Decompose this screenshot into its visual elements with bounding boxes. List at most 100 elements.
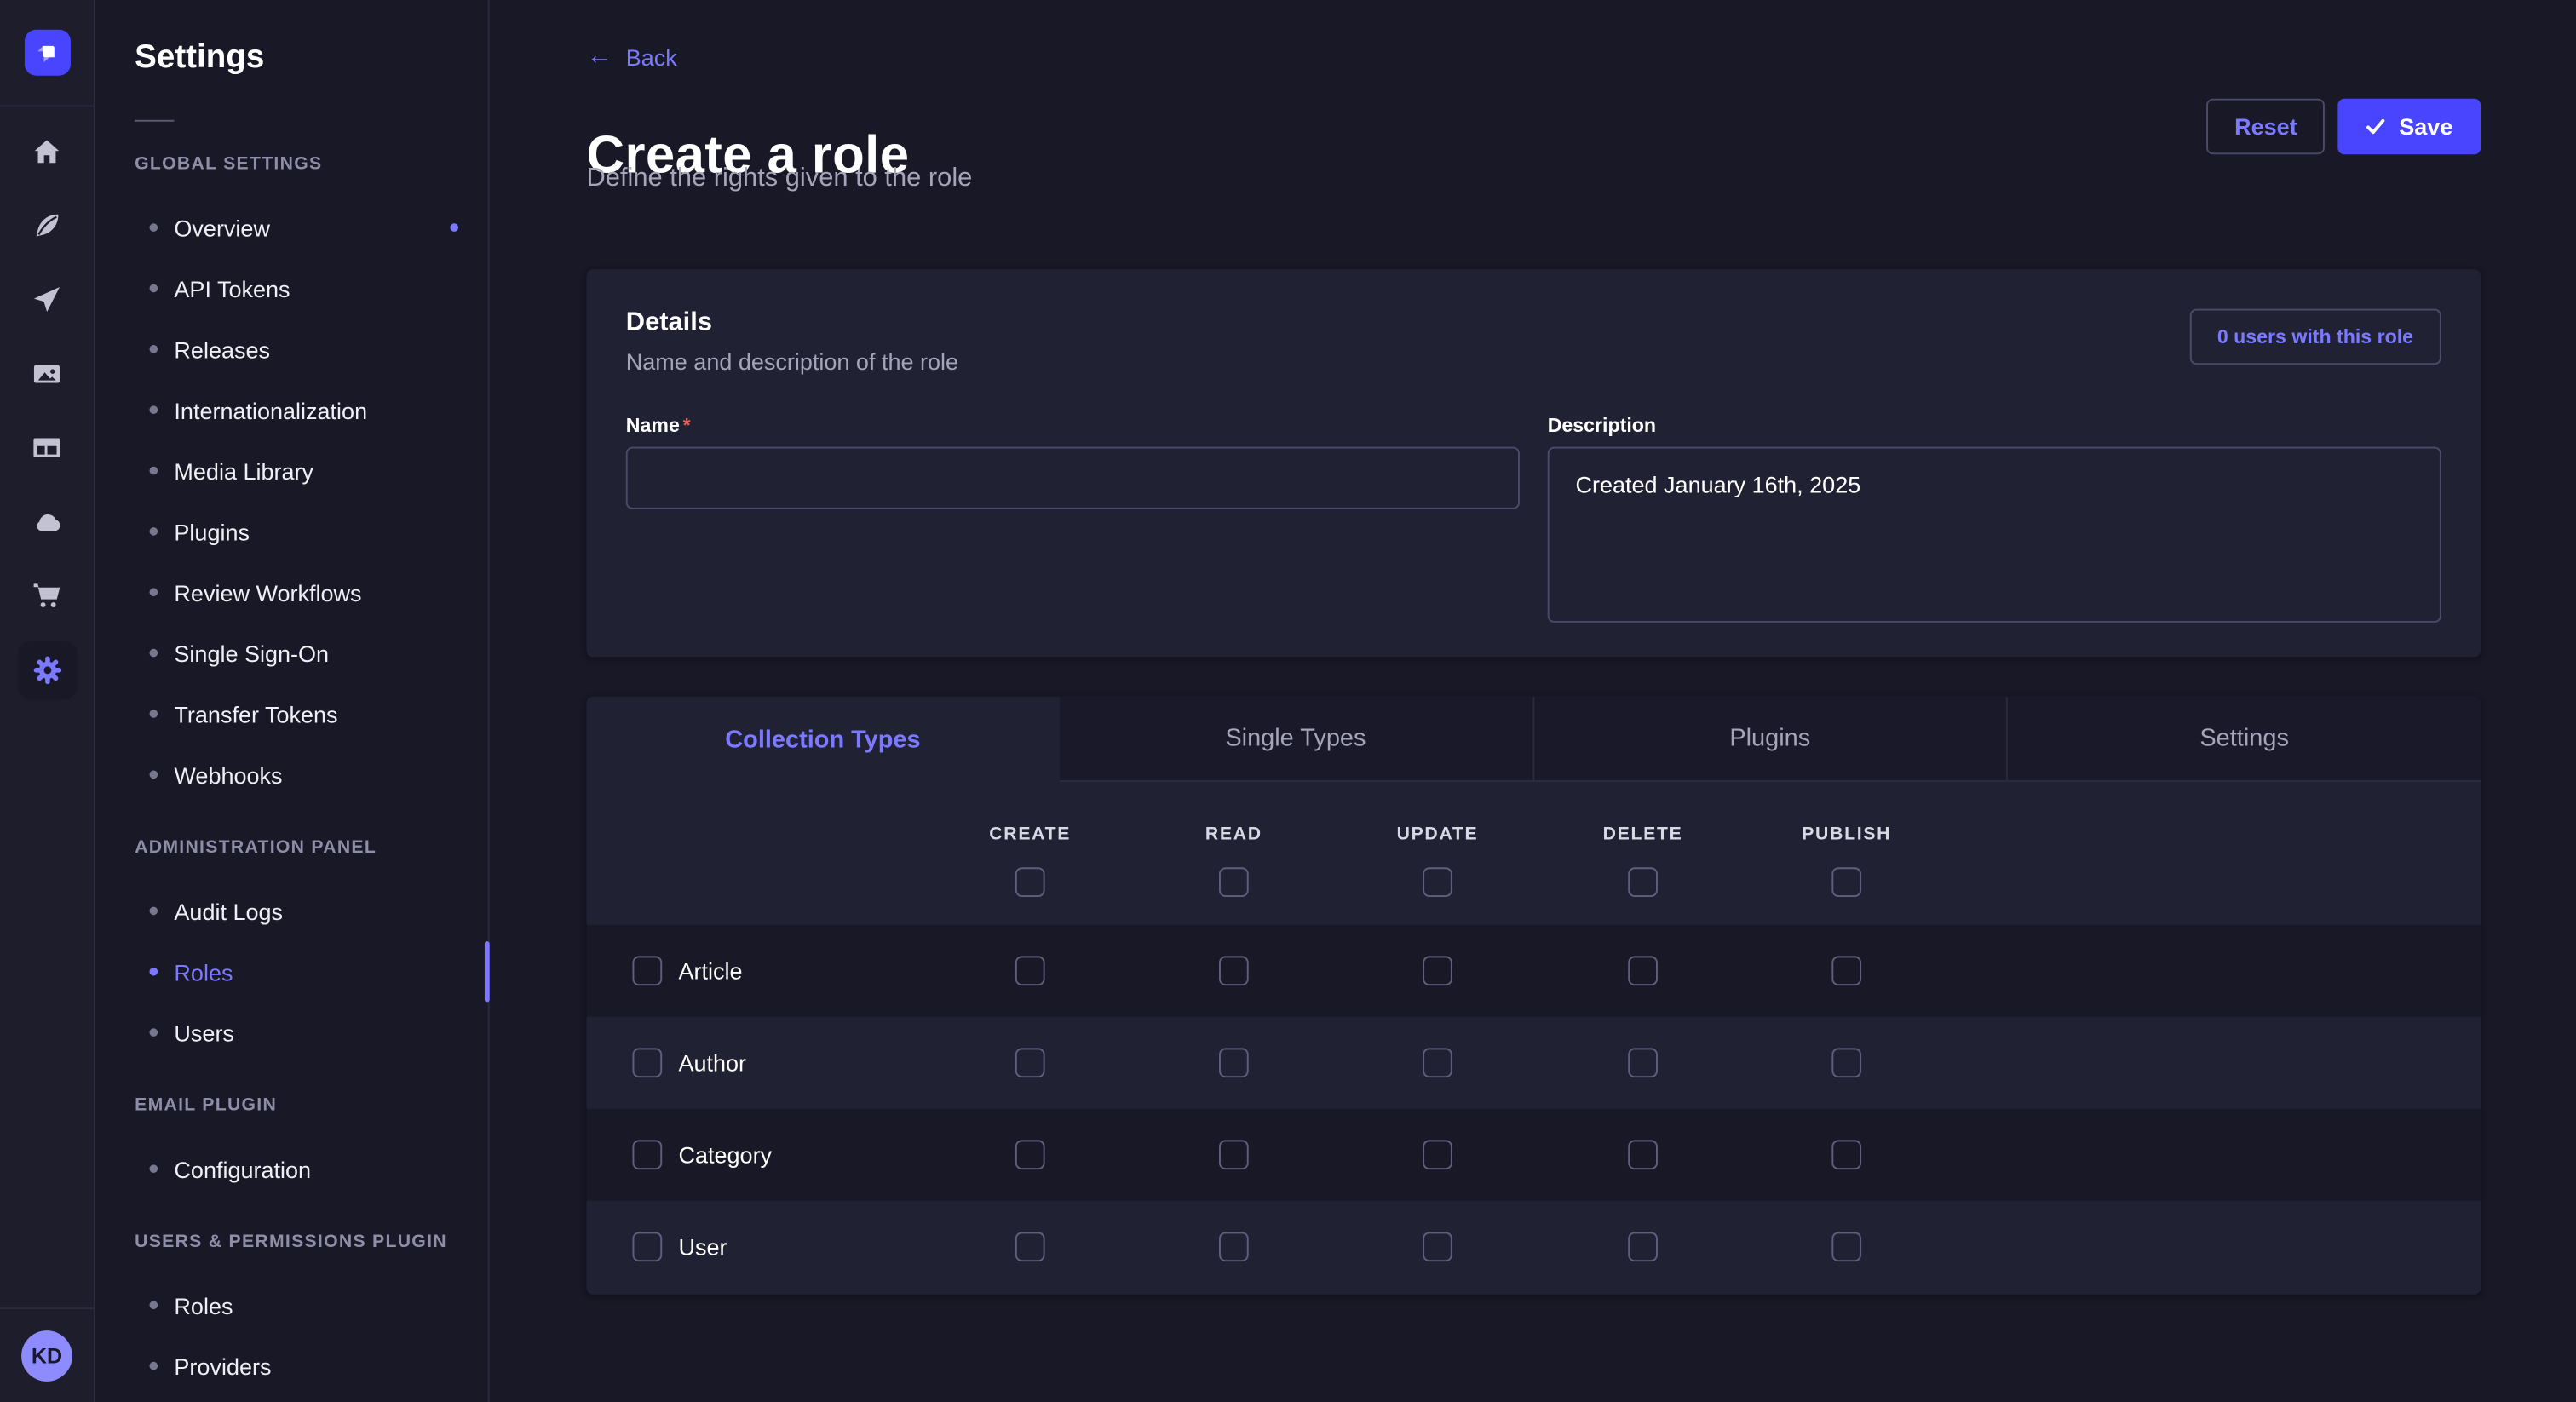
bullet-icon: [149, 405, 158, 414]
checkbox-category-update[interactable]: [1423, 1140, 1452, 1169]
marketplace-button[interactable]: [0, 559, 94, 633]
subnav-item-api-tokens[interactable]: API Tokens: [135, 258, 488, 319]
back-link[interactable]: ← Back: [586, 44, 676, 71]
logo-container: [0, 0, 94, 106]
subnav-item-internationalization[interactable]: Internationalization: [135, 379, 488, 440]
subnav-item-label: Transfer Tokens: [174, 701, 337, 727]
media-library-button[interactable]: [0, 336, 94, 411]
save-label: Save: [2399, 113, 2452, 140]
table-row-article: Article: [586, 925, 2481, 1017]
reset-button[interactable]: Reset: [2206, 99, 2325, 155]
checkbox-row-category[interactable]: [632, 1140, 662, 1169]
subnav-item-single-sign-on[interactable]: Single Sign-On: [135, 623, 488, 683]
subnav-item-providers[interactable]: Providers: [135, 1336, 488, 1396]
checkbox-article-publish[interactable]: [1831, 956, 1861, 985]
deploy-button[interactable]: [0, 263, 94, 337]
checkbox-author-publish[interactable]: [1831, 1048, 1861, 1077]
table-row-author: Author: [586, 1017, 2481, 1109]
subnav-item-configuration[interactable]: Configuration: [135, 1138, 488, 1198]
content-manager-button[interactable]: [0, 411, 94, 485]
description-textarea[interactable]: Created January 16th, 2025: [1548, 447, 2441, 623]
checkbox-row-article[interactable]: [632, 956, 662, 985]
subnav-item-plugins[interactable]: Plugins: [135, 501, 488, 561]
user-avatar[interactable]: KD: [21, 1330, 72, 1382]
subnav-item-transfer-tokens[interactable]: Transfer Tokens: [135, 683, 488, 744]
checkbox-author-create[interactable]: [1015, 1048, 1045, 1077]
subnav-item-media-library[interactable]: Media Library: [135, 440, 488, 501]
back-arrow-icon: ←: [586, 44, 612, 71]
checkbox-user-delete[interactable]: [1628, 1232, 1658, 1261]
checkbox-all-read[interactable]: [1219, 867, 1249, 897]
subnav-item-label: Configuration: [174, 1156, 311, 1182]
description-label-text: Description: [1548, 414, 1656, 437]
row-label: Author: [678, 1049, 746, 1076]
checkbox-category-create[interactable]: [1015, 1140, 1045, 1169]
strapi-logo-icon: [33, 38, 61, 66]
checkbox-author-read[interactable]: [1219, 1048, 1249, 1077]
subnav-item-label: Releases: [174, 336, 270, 362]
subnav-item-roles-up[interactable]: Roles: [135, 1275, 488, 1336]
home-button[interactable]: [0, 115, 94, 189]
tab-collection-types[interactable]: Collection Types: [586, 697, 1059, 782]
checkbox-article-read[interactable]: [1219, 956, 1249, 985]
subnav-title: Settings: [135, 39, 488, 77]
details-card-header: Details Name and description of the role…: [626, 309, 2441, 375]
gear-icon: [31, 653, 64, 687]
page-subtitle: Define the rights given to the role: [586, 164, 972, 194]
section-label-users-permissions-plugin: USERS & PERMISSIONS PLUGIN: [135, 1232, 488, 1251]
checkbox-article-create[interactable]: [1015, 956, 1045, 985]
administration-panel-list: Audit Logs Roles Users: [135, 881, 488, 1063]
checkbox-row-user[interactable]: [632, 1232, 662, 1261]
check-icon: [2366, 117, 2386, 136]
content-button[interactable]: [0, 189, 94, 263]
checkbox-article-delete[interactable]: [1628, 956, 1658, 985]
checkbox-category-publish[interactable]: [1831, 1140, 1861, 1169]
subnav-item-releases[interactable]: Releases: [135, 319, 488, 379]
subnav-item-label: Single Sign-On: [174, 640, 329, 666]
checkbox-user-update[interactable]: [1423, 1232, 1452, 1261]
checkbox-author-update[interactable]: [1423, 1048, 1452, 1077]
checkbox-article-update[interactable]: [1423, 956, 1452, 985]
subnav-item-audit-logs[interactable]: Audit Logs: [135, 881, 488, 941]
subnav-item-roles-admin[interactable]: Roles: [135, 941, 488, 1002]
cart-icon: [32, 580, 63, 612]
users-with-role-button[interactable]: 0 users with this role: [2189, 309, 2441, 365]
subnav-item-webhooks[interactable]: Webhooks: [135, 744, 488, 805]
details-card-titles: Details Name and description of the role: [626, 309, 958, 375]
save-button[interactable]: Save: [2338, 99, 2481, 155]
checkbox-row-author[interactable]: [632, 1048, 662, 1077]
checkbox-category-delete[interactable]: [1628, 1140, 1658, 1169]
subnav-item-review-workflows[interactable]: Review Workflows: [135, 562, 488, 623]
tab-plugins[interactable]: Plugins: [1532, 697, 2006, 782]
settings-button[interactable]: [0, 632, 94, 706]
users-permissions-plugin-list: Roles Providers: [135, 1275, 488, 1397]
notification-dot-icon: [450, 223, 458, 232]
checkbox-all-create[interactable]: [1015, 867, 1045, 897]
name-input[interactable]: [626, 447, 1520, 509]
column-header-delete: DELETE: [1603, 825, 1683, 844]
subnav-item-overview[interactable]: Overview: [135, 197, 488, 257]
checkbox-category-read[interactable]: [1219, 1140, 1249, 1169]
checkbox-author-delete[interactable]: [1628, 1048, 1658, 1077]
bullet-icon: [149, 1362, 158, 1370]
strapi-logo[interactable]: [24, 30, 70, 76]
subnav-item-label: Media Library: [174, 457, 313, 484]
checkbox-user-create[interactable]: [1015, 1232, 1045, 1261]
details-subtitle: Name and description of the role: [626, 348, 958, 375]
tab-settings[interactable]: Settings: [2006, 697, 2481, 782]
subnav-item-users[interactable]: Users: [135, 1002, 488, 1062]
home-icon: [32, 136, 63, 168]
bullet-icon: [149, 1301, 158, 1309]
bullet-icon: [149, 527, 158, 536]
table-row-user: User: [586, 1201, 2481, 1293]
cloud-button[interactable]: [0, 485, 94, 559]
checkbox-all-delete[interactable]: [1628, 867, 1658, 897]
checkbox-user-read[interactable]: [1219, 1232, 1249, 1261]
checkbox-all-publish[interactable]: [1831, 867, 1861, 897]
checkbox-all-update[interactable]: [1423, 867, 1452, 897]
rail-nav: [0, 106, 94, 706]
bullet-icon: [149, 907, 158, 916]
section-label-email-plugin: EMAIL PLUGIN: [135, 1095, 488, 1115]
checkbox-user-publish[interactable]: [1831, 1232, 1861, 1261]
tab-single-types[interactable]: Single Types: [1059, 697, 1532, 782]
